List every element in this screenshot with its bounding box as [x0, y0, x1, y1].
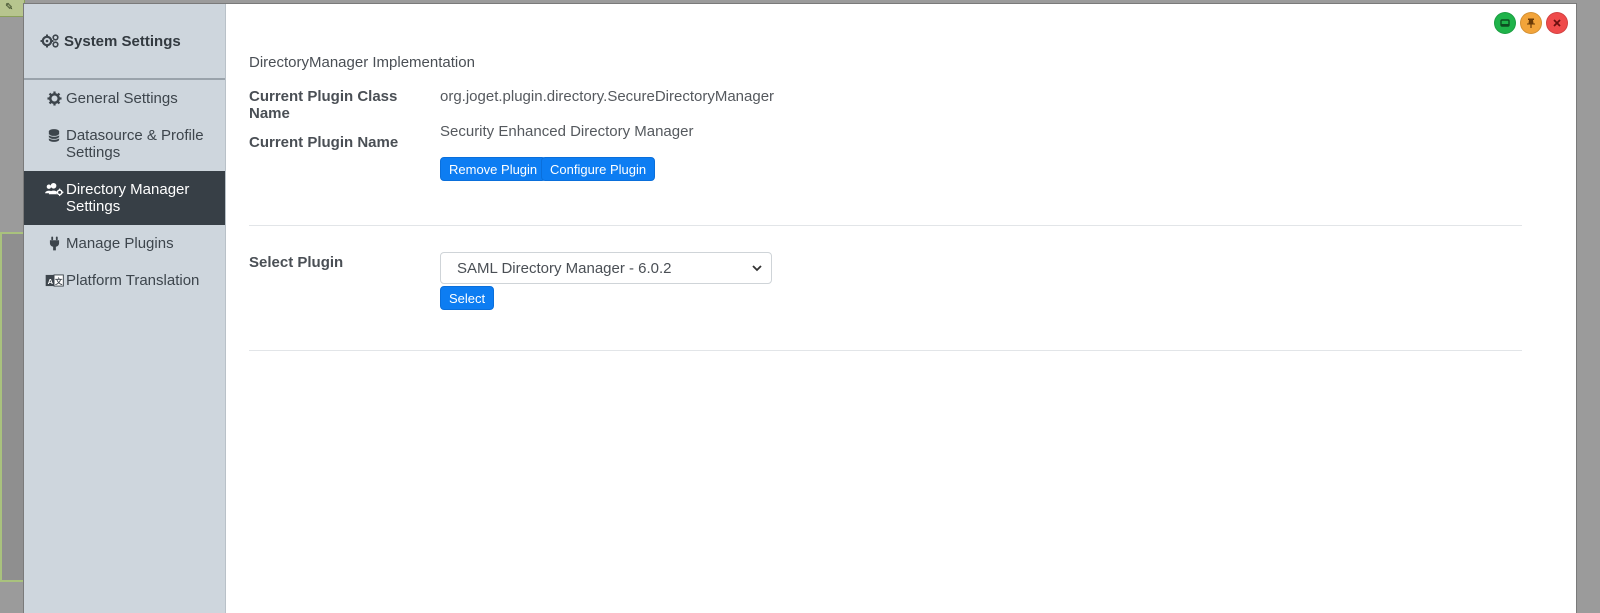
- plugin-select-value: SAML Directory Manager - 6.0.2: [457, 259, 672, 277]
- current-plugin-class-label: Current Plugin Class Name: [249, 88, 398, 122]
- sidebar-item-directory-manager-settings[interactable]: Directory Manager Settings: [24, 171, 225, 225]
- svg-text:文: 文: [54, 276, 62, 286]
- plug-icon: [44, 235, 64, 252]
- current-plugin-name-value: Security Enhanced Directory Manager: [440, 123, 694, 140]
- users-cog-icon: [44, 181, 64, 198]
- sidebar-item-platform-translation[interactable]: A 文 Platform Translation: [24, 262, 225, 299]
- settings-sidebar: System Settings General Settings Datasou…: [24, 4, 226, 613]
- close-icon: [1553, 19, 1561, 27]
- remove-plugin-button[interactable]: Remove Plugin: [440, 157, 547, 181]
- sidebar-item-label: Platform Translation: [66, 272, 200, 289]
- select-plugin-label: Select Plugin: [249, 254, 344, 271]
- configure-plugin-button[interactable]: Configure Plugin: [541, 157, 656, 181]
- main-content: DirectoryManager Implementation Current …: [249, 4, 1551, 613]
- divider: [249, 350, 1522, 351]
- divider: [249, 225, 1522, 226]
- sidebar-header: System Settings: [24, 4, 225, 80]
- system-settings-modal: System Settings General Settings Datasou…: [24, 4, 1576, 613]
- sidebar-item-label: General Settings: [66, 90, 178, 107]
- current-plugin-class-value: org.joget.plugin.directory.SecureDirecto…: [440, 88, 775, 105]
- current-plugin-name-label: Current Plugin Name: [249, 134, 399, 151]
- select-plugin-button[interactable]: Select: [440, 286, 495, 310]
- sidebar-item-label: Directory Manager Settings: [66, 181, 190, 215]
- sidebar-item-datasource-profile-settings[interactable]: Datasource & Profile Settings: [24, 117, 225, 171]
- background-edit-tab[interactable]: ✎: [0, 0, 25, 17]
- plugin-select[interactable]: SAML Directory Manager - 6.0.2: [440, 252, 772, 284]
- sidebar-title: System Settings: [64, 32, 181, 50]
- sidebar-item-general-settings[interactable]: General Settings: [24, 80, 225, 117]
- sidebar-item-label: Manage Plugins: [66, 235, 174, 252]
- chevron-down-icon: [752, 265, 762, 272]
- svg-text:A: A: [47, 277, 53, 286]
- gear-icon: [44, 90, 64, 107]
- gears-icon: [40, 33, 60, 49]
- pencil-icon: ✎: [5, 2, 14, 13]
- language-icon: A 文: [44, 272, 64, 289]
- sidebar-menu: General Settings Datasource & Profile Se…: [24, 80, 225, 299]
- section-title: DirectoryManager Implementation: [249, 54, 475, 71]
- database-icon: [44, 127, 64, 144]
- background-panel: [0, 232, 24, 582]
- sidebar-item-label: Datasource & Profile Settings: [66, 127, 204, 161]
- sidebar-item-manage-plugins[interactable]: Manage Plugins: [24, 225, 225, 262]
